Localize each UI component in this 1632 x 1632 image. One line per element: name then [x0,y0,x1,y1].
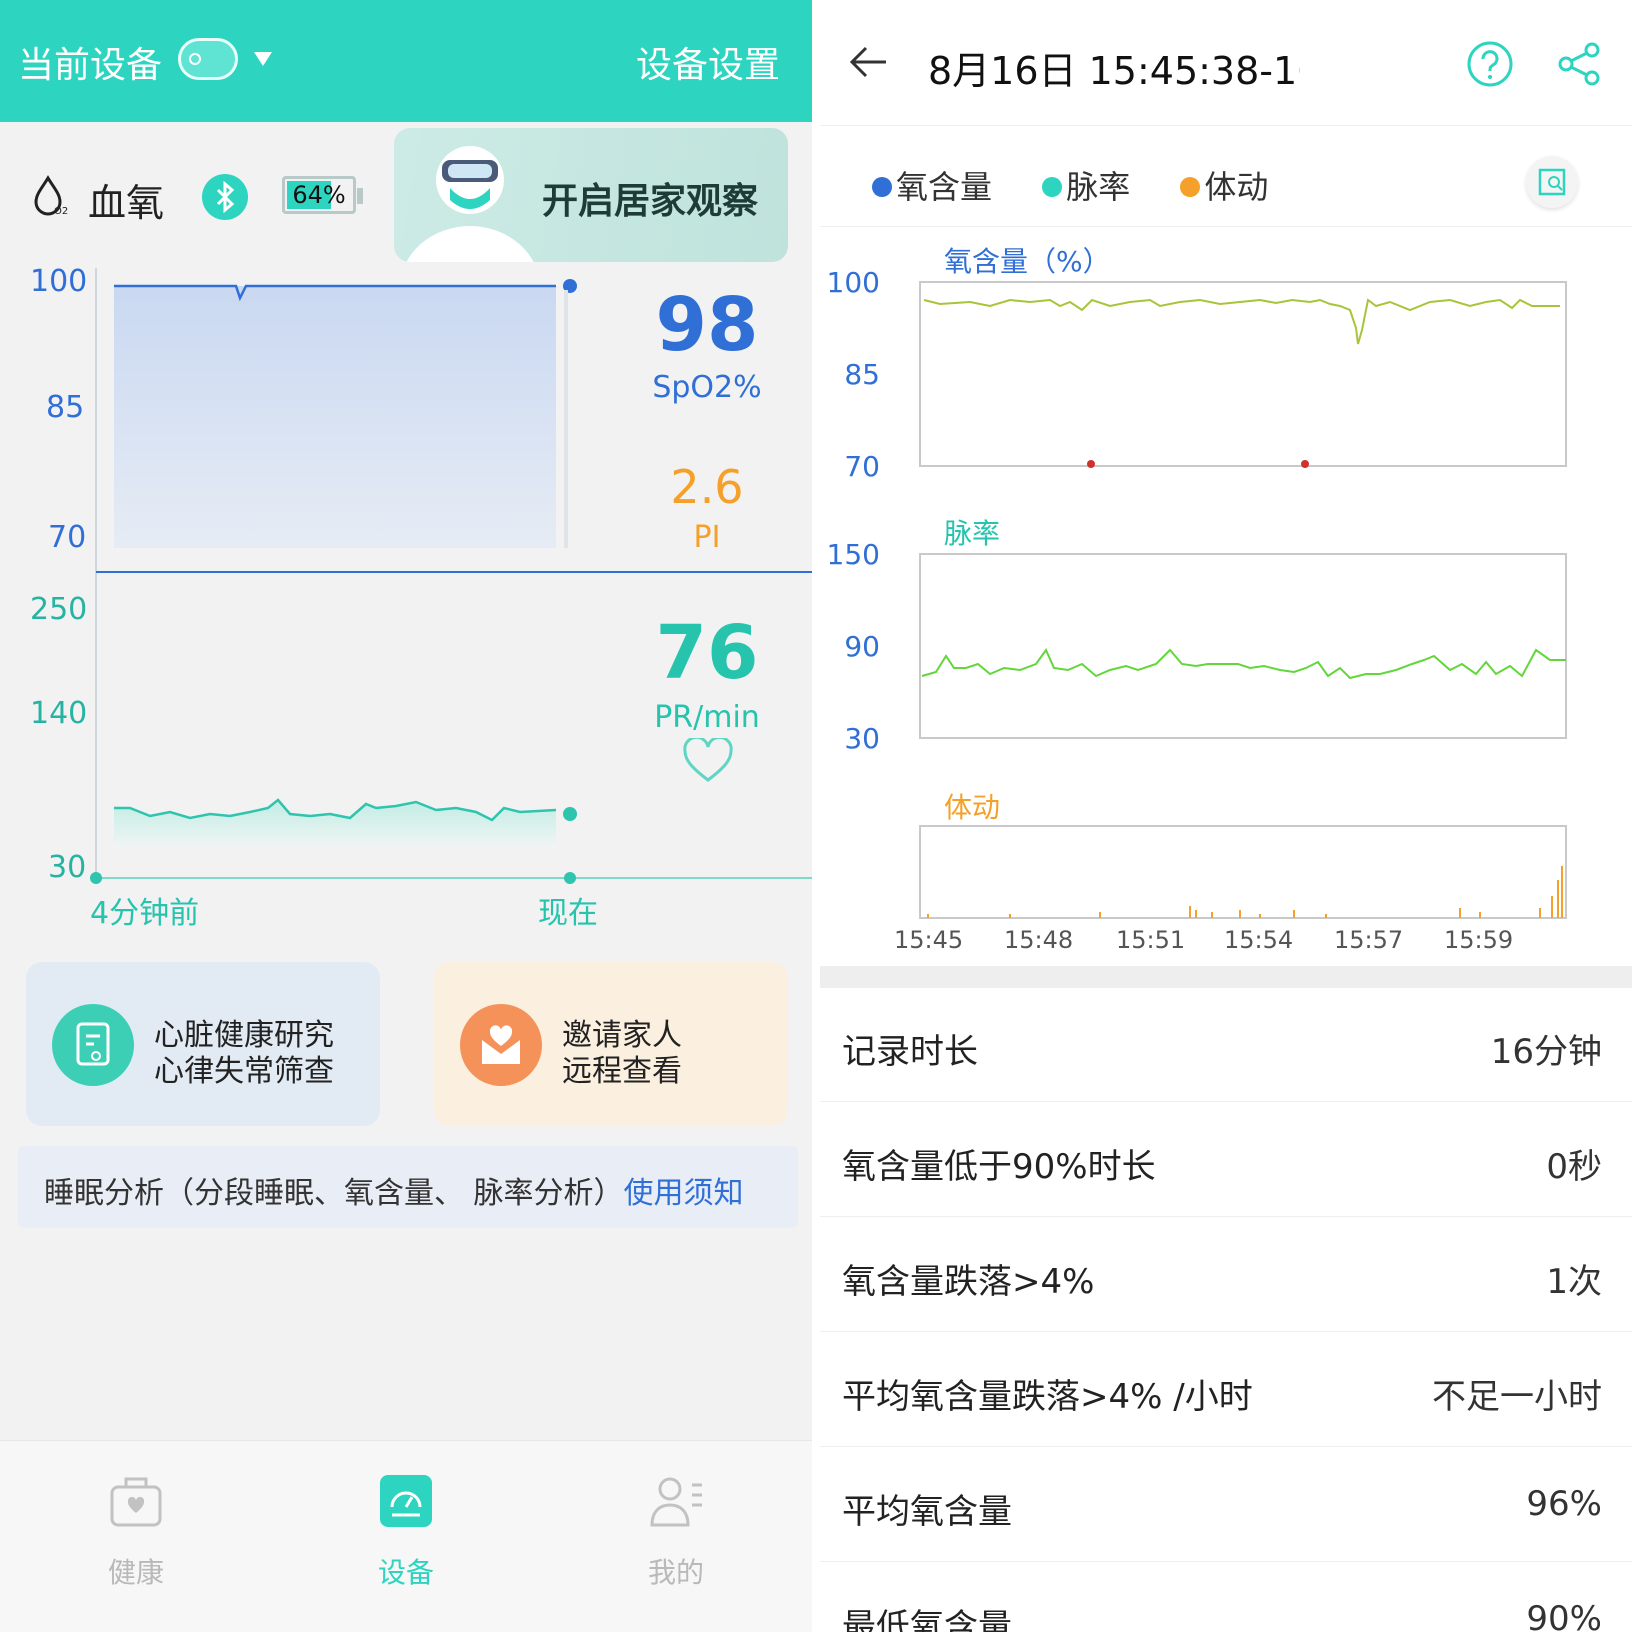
nav-label: 我的 [647,1556,704,1589]
x-end-dot [564,872,576,884]
panel-divider [812,0,820,1632]
spo2-event-marker [1087,460,1095,468]
motion-bars [927,866,1563,918]
battery-percent: 64% [292,181,346,209]
spo2-unit: SpO2% [652,370,762,405]
x-label-end: 现在 [538,896,598,931]
x-start-dot [90,872,102,884]
record-detail-page: 8月16日 15:45:38-16:02... 氧含量 脉率 体动 氧含量（%）… [820,0,1632,1632]
pr-current-dot [563,807,577,821]
bluetooth-icon [202,174,248,220]
pr-tick-250: 250 [30,592,88,627]
pi-unit: PI [693,520,721,555]
pi-value: 2.6 [670,460,744,514]
stat-row: 氧含量低于90%时长 0秒 [820,1103,1632,1217]
card-subtitle: 远程查看 [562,1054,682,1089]
section-gap [820,966,1632,988]
current-device-label: 当前设备 [18,45,163,86]
nav-label: 设备 [377,1556,434,1589]
device-toggle[interactable] [178,38,238,80]
time-tick: 15:45 [894,926,964,954]
heart-icon [683,738,733,782]
pr-history-line [921,647,1566,680]
battery-indicator: 64% [282,176,363,214]
motion-chart-frame [919,825,1567,919]
heart-research-card[interactable]: 心脏健康研究 心律失常筛查 [26,962,380,1126]
nav-mine[interactable]: 我的 [606,1471,746,1591]
nav-label: 健康 [107,1556,164,1589]
invite-family-card[interactable]: 邀请家人 远程查看 [434,962,788,1126]
pr-unit: PR/min [654,700,760,735]
home-observation-banner[interactable]: 开启居家观察 [394,128,788,262]
sleep-analysis-notice: 睡眠分析（分段睡眠、氧含量、 脉率分析）使用须知 [18,1146,798,1228]
device-page: 当前设备 设备设置 O2 血氧 64% 开启居家观察 100 85 70 250… [0,0,812,1632]
battery-tip [357,188,363,204]
pr-tick-30: 30 [48,850,87,885]
stat-row: 最低氧含量 90% [820,1563,1632,1632]
card-subtitle: 心律失常筛查 [154,1054,334,1089]
spo2-history-line [923,298,1560,345]
stat-key: 平均氧含量 [842,1492,1012,1532]
spo2-tick-85: 85 [46,390,85,425]
health-bag-icon [110,1477,162,1527]
pr-area [114,800,556,846]
pr-value: 76 [655,610,759,696]
stat-key: 记录时长 [842,1032,978,1072]
time-tick: 15:48 [1004,926,1074,954]
device-settings-button[interactable]: 设备设置 [636,36,780,88]
notice-body: 睡眠分析（分段睡眠、氧含量、 脉率分析） [44,1176,624,1211]
notice-text: 睡眠分析（分段睡眠、氧含量、 脉率分析）使用须知 [44,1168,744,1212]
nav-health[interactable]: 健康 [66,1471,206,1591]
stat-value: 0秒 [1546,1147,1602,1187]
stat-key: 氧含量跌落>4% [842,1262,1095,1302]
stat-value: 96% [1526,1484,1602,1524]
history-charts [919,281,1567,919]
stat-value: 不足一小时 [1432,1377,1602,1417]
pr-tick-140: 140 [30,696,88,731]
time-tick: 15:57 [1334,926,1404,954]
doctor-illustration-icon [406,146,534,262]
nav-device[interactable]: 设备 [336,1471,476,1591]
clipboard-stethoscope-icon [52,1004,134,1086]
bottom-nav: 健康 设备 我的 [0,1440,812,1632]
time-tick: 15:59 [1444,926,1514,954]
stat-value: 16分钟 [1490,1032,1602,1072]
x-label-start: 4分钟前 [90,896,200,931]
chevron-down-icon[interactable] [254,52,272,66]
spo2-tick-100: 100 [30,264,88,299]
toggle-knob [189,53,201,65]
spo2-area [114,286,556,548]
stat-row: 平均氧含量 96% [820,1448,1632,1562]
usage-notice-link[interactable]: 使用须知 [624,1176,744,1211]
heart-envelope-icon [460,1004,542,1086]
stat-row: 记录时长 16分钟 [820,988,1632,1102]
stat-key: 氧含量低于90%时长 [842,1147,1156,1187]
device-header: 当前设备 设备设置 [0,0,812,122]
stat-row: 氧含量跌落>4% 1次 [820,1218,1632,1332]
svg-text:O2: O2 [54,206,68,217]
spo2-value: 98 [655,282,759,368]
spo2-event-marker [1301,460,1309,468]
home-observation-label: 开启居家观察 [542,181,759,222]
stat-key: 最低氧含量 [842,1607,1012,1632]
pr-chart-frame [919,553,1567,739]
stat-value: 1次 [1546,1262,1602,1302]
spo2-tick-70: 70 [48,520,87,555]
screen: 当前设备 设备设置 O2 血氧 64% 开启居家观察 100 85 70 250… [0,0,1632,1632]
stat-row: 平均氧含量跌落>4% /小时 不足一小时 [820,1333,1632,1447]
profile-icon [650,1477,702,1527]
spo2-chart-frame [919,281,1567,467]
stat-key: 平均氧含量跌落>4% /小时 [842,1377,1253,1417]
time-tick: 15:51 [1116,926,1186,954]
blood-oxygen-icon: O2 [34,175,68,217]
page-title: 血氧 [88,181,165,225]
stat-value: 90% [1526,1599,1602,1632]
device-gauge-icon [380,1475,432,1527]
time-tick: 15:54 [1224,926,1294,954]
